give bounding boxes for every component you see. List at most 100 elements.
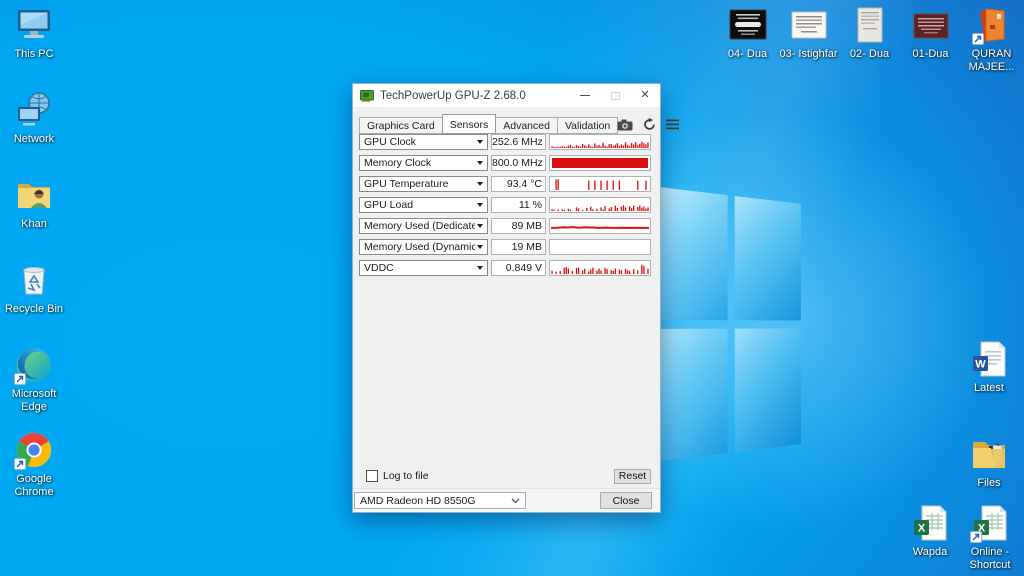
desktop-icon-02-dua[interactable]: 02- Dua xyxy=(839,4,900,73)
sensor-row: Memory Used (Dynamic)19 MB xyxy=(359,239,651,255)
tab-validation[interactable]: Validation xyxy=(557,117,618,134)
sensor-select[interactable]: Memory Used (Dynamic) xyxy=(359,239,488,255)
sensor-value: 93.4 °C xyxy=(491,176,546,192)
sensor-rows: GPU Clock252.6 MHzMemory Clock800.0 MHzG… xyxy=(359,134,651,281)
tab-sensors[interactable]: Sensors xyxy=(442,114,497,134)
sensor-graph xyxy=(549,239,651,255)
desktop-icon-quran-majee[interactable]: QURAN MAJEE... xyxy=(961,4,1022,73)
edge-icon xyxy=(13,344,55,386)
menu-icon[interactable] xyxy=(666,119,679,130)
desktop-icon-label: Network xyxy=(14,133,54,146)
maximize-button[interactable] xyxy=(600,84,630,107)
windows-logo-pane xyxy=(650,186,727,320)
windows-logo-pane xyxy=(734,328,801,452)
sensor-label: Memory Used (Dynamic) xyxy=(364,241,475,253)
sensor-graph xyxy=(549,197,651,213)
sensor-label: GPU Load xyxy=(364,199,475,211)
desktop-wallpaper: This PC Network Khan Recycle Bin Microsoft E… xyxy=(0,0,1024,576)
close-window-button[interactable]: ✕ xyxy=(630,84,660,107)
sensor-select[interactable]: GPU Temperature xyxy=(359,176,488,192)
log-to-file-checkbox[interactable] xyxy=(366,470,378,482)
desktop-icon-khan[interactable]: Khan xyxy=(2,174,66,259)
desktop-icon-recycle-bin[interactable]: Recycle Bin xyxy=(2,259,66,344)
desktop-icons-bottom-right-row: XWapdaXOnline - Shortcut xyxy=(900,502,1020,571)
desktop-icons-top-right-row: 04- Dua 03- Istighfar 02- Dua 01-DuaQURAN M… xyxy=(717,4,1022,73)
sensor-label: Memory Clock xyxy=(364,157,475,169)
chevron-down-icon xyxy=(477,224,483,228)
sensor-label: VDDC xyxy=(364,262,475,274)
desktop-icon-online-shortcut[interactable]: XOnline - Shortcut xyxy=(960,502,1020,571)
sensor-row: GPU Load11 % xyxy=(359,197,651,213)
image-maroon-icon xyxy=(910,4,952,46)
desktop-icon-label: Microsoft Edge xyxy=(3,388,65,413)
windows-logo-pane xyxy=(734,196,801,320)
sensor-graph xyxy=(549,134,651,150)
chevron-down-icon xyxy=(477,245,483,249)
sensor-row: VDDC 0.849 V xyxy=(359,260,651,276)
image-dark-icon xyxy=(727,4,769,46)
desktop-icon-latest[interactable]: W Latest xyxy=(958,338,1020,433)
sensor-graph xyxy=(549,218,651,234)
desktop-icon-04-dua[interactable]: 04- Dua xyxy=(717,4,778,73)
shortcut-arrow-icon xyxy=(14,373,26,385)
sensor-value: 0.849 V xyxy=(491,260,546,276)
desktop-icon-label: Latest xyxy=(974,382,1004,395)
folder-icon xyxy=(968,433,1010,475)
user-folder-icon xyxy=(13,174,55,216)
desktop-icon-wapda[interactable]: XWapda xyxy=(900,502,960,571)
sensor-row: Memory Used (Dedicated)89 MB xyxy=(359,218,651,234)
desktop-icon-01-dua[interactable]: 01-Dua xyxy=(900,4,961,73)
desktop-icon-google-chrome[interactable]: Google Chrome xyxy=(2,429,66,514)
chevron-down-icon xyxy=(511,498,520,504)
sensor-select[interactable]: Memory Clock xyxy=(359,155,488,171)
desktop-icon-label: 04- Dua xyxy=(728,48,767,61)
book-icon xyxy=(971,4,1013,46)
sensor-select[interactable]: GPU Clock xyxy=(359,134,488,150)
excel-icon: X xyxy=(969,502,1011,544)
chevron-down-icon xyxy=(477,161,483,165)
desktop-icon-label: This PC xyxy=(14,48,53,61)
windows-logo xyxy=(650,186,801,462)
sensor-select[interactable]: VDDC xyxy=(359,260,488,276)
desktop-icon-03-istighfar[interactable]: 03- Istighfar xyxy=(778,4,839,73)
device-select-value: AMD Radeon HD 8550G xyxy=(360,495,511,507)
tab-graphics-card[interactable]: Graphics Card xyxy=(359,117,443,134)
bottom-bar: AMD Radeon HD 8550G Close xyxy=(353,488,660,512)
sensor-row: Memory Clock 800.0 MHz xyxy=(359,155,651,171)
refresh-icon[interactable] xyxy=(643,118,656,131)
windows-logo-pane xyxy=(650,328,727,462)
desktop-icon-label: Google Chrome xyxy=(3,473,65,498)
desktop-icons-left-column: This PC Network Khan Recycle Bin Microsoft E… xyxy=(2,4,66,514)
sensor-label: GPU Clock xyxy=(364,136,475,148)
camera-icon[interactable] xyxy=(617,119,633,131)
close-button[interactable]: Close xyxy=(600,492,652,509)
minimize-button[interactable] xyxy=(570,84,600,107)
desktop-icon-label: Recycle Bin xyxy=(5,303,63,316)
image-gray-icon xyxy=(849,4,891,46)
tab-advanced[interactable]: Advanced xyxy=(495,117,558,134)
image-light-icon xyxy=(788,4,830,46)
close-icon: ✕ xyxy=(640,90,649,101)
sensor-select[interactable]: GPU Load xyxy=(359,197,488,213)
word-icon: W xyxy=(968,338,1010,380)
sensor-graph xyxy=(549,260,651,276)
chevron-down-icon xyxy=(477,203,483,207)
desktop-icon-microsoft-edge[interactable]: Microsoft Edge xyxy=(2,344,66,429)
sensor-value: 89 MB xyxy=(491,218,546,234)
reset-button[interactable]: Reset xyxy=(614,469,651,484)
desktop-icon-this-pc[interactable]: This PC xyxy=(2,4,66,89)
title-bar[interactable]: TechPowerUp GPU-Z 2.68.0 ✕ xyxy=(353,84,660,107)
desktop-icon-label: Wapda xyxy=(913,546,947,559)
desktop-icon-label: 02- Dua xyxy=(850,48,889,61)
sensor-value: 252.6 MHz xyxy=(491,134,546,150)
sensor-value: 800.0 MHz xyxy=(491,155,546,171)
sensor-select[interactable]: Memory Used (Dedicated) xyxy=(359,218,488,234)
desktop-icon-network[interactable]: Network xyxy=(2,89,66,174)
minimize-icon xyxy=(580,95,590,96)
device-select[interactable]: AMD Radeon HD 8550G xyxy=(354,492,526,509)
sensor-row: GPU Temperature93.4 °C xyxy=(359,176,651,192)
desktop-icon-label: Khan xyxy=(21,218,47,231)
desktop-icon-label: 03- Istighfar xyxy=(779,48,837,61)
log-to-file-label: Log to file xyxy=(383,470,429,482)
chevron-down-icon xyxy=(477,140,483,144)
